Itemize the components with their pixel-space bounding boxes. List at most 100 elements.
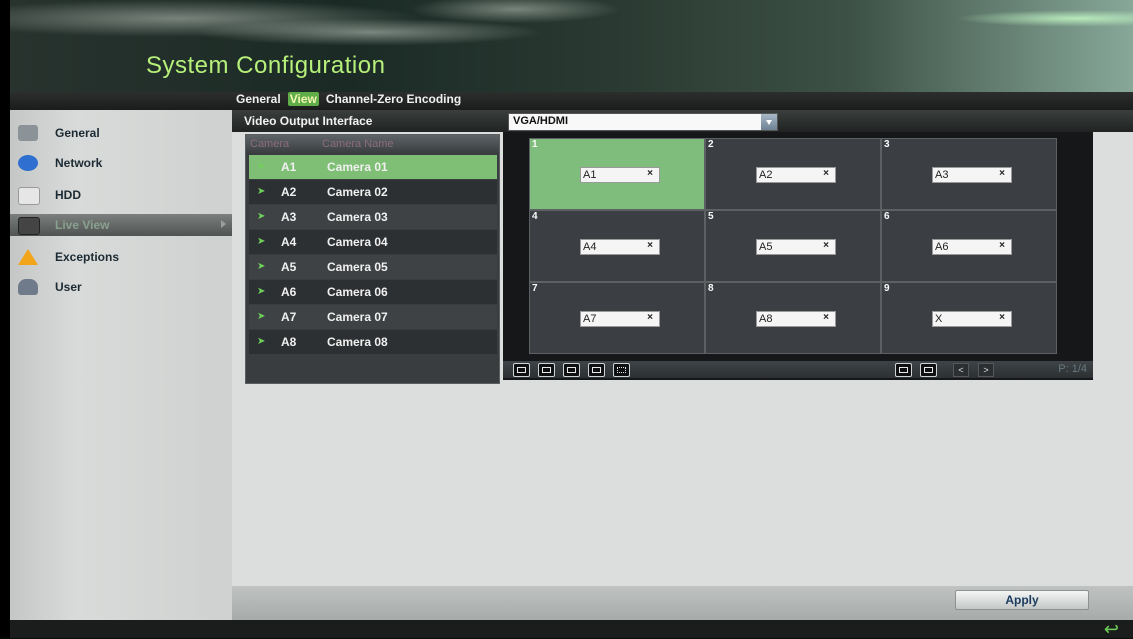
pane-camera-label: A6 bbox=[935, 241, 949, 253]
tab-strip bbox=[10, 92, 1133, 110]
sidebar-item-user[interactable]: User bbox=[10, 276, 232, 298]
pane-camera-select[interactable]: A2 × bbox=[756, 167, 836, 183]
close-icon[interactable]: × bbox=[823, 240, 829, 251]
pane-camera-label: A7 bbox=[583, 313, 597, 325]
sidebar-item-label: HDD bbox=[55, 188, 81, 202]
pane-camera-label: X bbox=[935, 313, 943, 325]
preview-pane[interactable]: 8 A8 × bbox=[705, 282, 881, 354]
camera-number: A3 bbox=[281, 210, 297, 224]
close-icon[interactable]: × bbox=[999, 312, 1005, 323]
video-output-value: VGA/HDMI bbox=[513, 115, 568, 127]
camera-name: Camera 07 bbox=[327, 310, 388, 324]
close-icon[interactable]: × bbox=[647, 312, 653, 323]
camera-number: A6 bbox=[281, 285, 297, 299]
chevron-down-icon[interactable] bbox=[761, 114, 777, 130]
close-icon[interactable]: × bbox=[823, 168, 829, 179]
sidebar: General Network HDD Live View Exceptions… bbox=[10, 110, 232, 620]
close-icon[interactable]: × bbox=[999, 240, 1005, 251]
pane-camera-select[interactable]: A6 × bbox=[932, 239, 1012, 255]
camera-icon: ➤ bbox=[257, 161, 266, 172]
pane-camera-label: A4 bbox=[583, 241, 597, 253]
globe-icon bbox=[18, 155, 38, 171]
sidebar-item-network[interactable]: Network bbox=[10, 152, 232, 174]
camera-name: Camera 08 bbox=[327, 335, 388, 349]
camera-icon: ➤ bbox=[257, 336, 266, 347]
apply-button[interactable]: Apply bbox=[955, 590, 1089, 610]
layout-1plus5-icon[interactable] bbox=[563, 363, 580, 377]
list-item[interactable]: ➤ A8 Camera 08 bbox=[249, 330, 497, 354]
pane-number: 1 bbox=[532, 139, 538, 150]
sidebar-item-live-view[interactable]: Live View bbox=[10, 214, 232, 236]
pane-camera-select[interactable]: A5 × bbox=[756, 239, 836, 255]
camera-icon: ➤ bbox=[257, 186, 266, 197]
layout-paste-icon[interactable] bbox=[920, 363, 937, 377]
tab-channel-zero-encoding[interactable]: Channel-Zero Encoding bbox=[324, 92, 463, 106]
list-item[interactable]: ➤ A7 Camera 07 bbox=[249, 305, 497, 329]
list-item[interactable]: ➤ A5 Camera 05 bbox=[249, 255, 497, 279]
pane-camera-select[interactable]: A1 × bbox=[580, 167, 660, 183]
list-item[interactable]: ➤ A6 Camera 06 bbox=[249, 280, 497, 304]
pane-camera-select[interactable]: A8 × bbox=[756, 311, 836, 327]
header-banner: System Configuration bbox=[10, 0, 1133, 92]
sidebar-item-general[interactable]: General bbox=[10, 122, 232, 144]
preview-pane[interactable]: 5 A5 × bbox=[705, 210, 881, 282]
back-icon[interactable]: ↩ bbox=[1104, 620, 1119, 638]
pane-camera-select[interactable]: X × bbox=[932, 311, 1012, 327]
camera-number: A2 bbox=[281, 185, 297, 199]
footer-bar: ↩ bbox=[10, 620, 1133, 638]
close-icon[interactable]: × bbox=[647, 240, 653, 251]
pane-camera-select[interactable]: A4 × bbox=[580, 239, 660, 255]
preview-pane[interactable]: 2 A2 × bbox=[705, 138, 881, 210]
preview-pane[interactable]: 7 A7 × bbox=[529, 282, 705, 354]
preview-pane[interactable]: 1 A1 × bbox=[529, 138, 705, 210]
monitor-icon bbox=[18, 217, 40, 235]
preview-pane[interactable]: 9 X × bbox=[881, 282, 1057, 354]
pane-number: 5 bbox=[708, 211, 714, 222]
next-page-button[interactable]: > bbox=[978, 363, 994, 377]
close-icon[interactable]: × bbox=[823, 312, 829, 323]
sidebar-item-label: User bbox=[55, 280, 82, 294]
video-output-row: Video Output Interface VGA/HDMI bbox=[232, 110, 1133, 132]
preview-pane[interactable]: 3 A3 × bbox=[881, 138, 1057, 210]
list-item[interactable]: ➤ A1 Camera 01 bbox=[249, 155, 497, 179]
pane-camera-label: A8 bbox=[759, 313, 773, 325]
sidebar-item-label: Exceptions bbox=[55, 250, 120, 264]
page-title: System Configuration bbox=[146, 52, 386, 79]
layout-copy-icon[interactable] bbox=[895, 363, 912, 377]
camera-list: Camera Camera Name ➤ A1 Camera 01 ➤ A2 C… bbox=[245, 134, 500, 384]
tab-general[interactable]: General bbox=[234, 92, 283, 106]
preview-pane[interactable]: 6 A6 × bbox=[881, 210, 1057, 282]
prev-page-button[interactable]: < bbox=[953, 363, 969, 377]
pane-camera-select[interactable]: A7 × bbox=[580, 311, 660, 327]
left-border bbox=[0, 0, 10, 638]
camera-name: Camera 04 bbox=[327, 235, 388, 249]
pane-number: 6 bbox=[884, 211, 890, 222]
close-icon[interactable]: × bbox=[647, 168, 653, 179]
camera-name: Camera 02 bbox=[327, 185, 388, 199]
camera-name: Camera 03 bbox=[327, 210, 388, 224]
video-output-select[interactable]: VGA/HDMI bbox=[508, 113, 778, 131]
sidebar-item-label: Live View bbox=[55, 218, 110, 232]
video-output-label: Video Output Interface bbox=[244, 114, 373, 128]
sidebar-item-exceptions[interactable]: Exceptions bbox=[10, 246, 232, 268]
pane-camera-select[interactable]: A3 × bbox=[932, 167, 1012, 183]
sidebar-item-hdd[interactable]: HDD bbox=[10, 184, 232, 206]
layout-3x3-icon[interactable] bbox=[613, 363, 630, 377]
camera-name: Camera 05 bbox=[327, 260, 388, 274]
layout-1x1-icon[interactable] bbox=[513, 363, 530, 377]
layout-1plus7-icon[interactable] bbox=[588, 363, 605, 377]
camera-icon: ➤ bbox=[257, 286, 266, 297]
list-item[interactable]: ➤ A2 Camera 02 bbox=[249, 180, 497, 204]
list-item[interactable]: ➤ A4 Camera 04 bbox=[249, 230, 497, 254]
list-item[interactable]: ➤ A3 Camera 03 bbox=[249, 205, 497, 229]
sidebar-item-label: General bbox=[55, 126, 100, 140]
tab-view[interactable]: View bbox=[287, 92, 319, 106]
pane-camera-label: A2 bbox=[759, 169, 773, 181]
pane-number: 4 bbox=[532, 211, 538, 222]
layout-2x2-icon[interactable] bbox=[538, 363, 555, 377]
sidebar-item-label: Network bbox=[55, 156, 103, 170]
camera-number: A5 bbox=[281, 260, 297, 274]
close-icon[interactable]: × bbox=[999, 168, 1005, 179]
chevron-right-icon bbox=[221, 220, 226, 228]
preview-pane[interactable]: 4 A4 × bbox=[529, 210, 705, 282]
